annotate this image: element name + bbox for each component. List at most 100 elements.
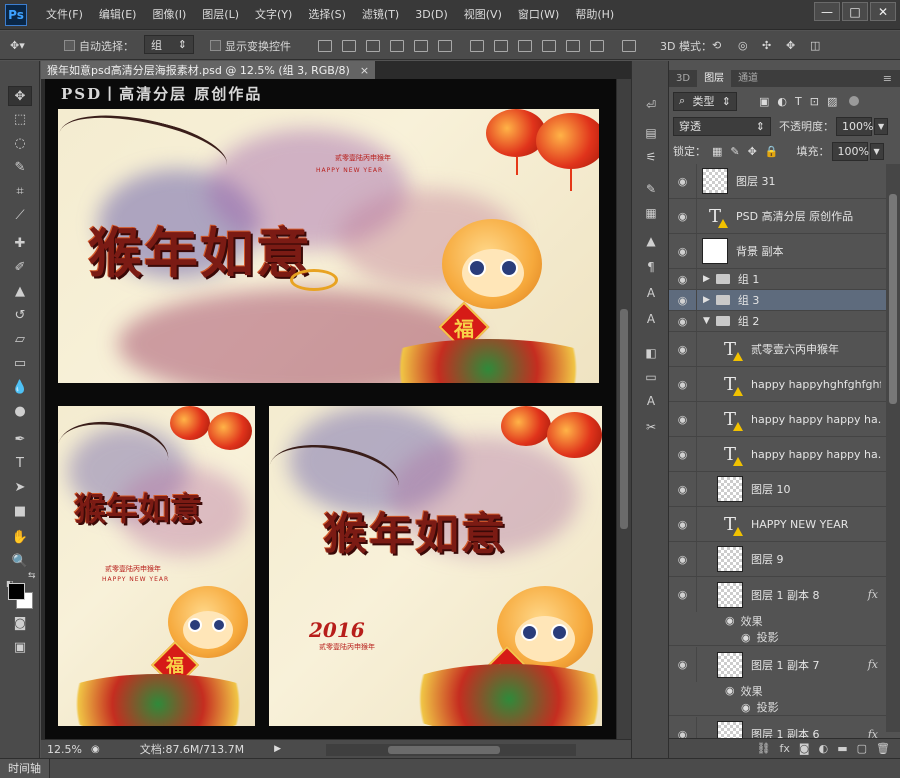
filter-adjust-icon[interactable]: ◐ <box>777 95 787 108</box>
dodge-tool-icon[interactable]: ● <box>8 401 32 421</box>
opacity-input[interactable]: 100% <box>836 116 873 136</box>
fill-slider-arrow-icon[interactable]: ▼ <box>869 142 884 160</box>
horizontal-scroll-thumb[interactable] <box>388 746 500 754</box>
menu-filter[interactable]: 滤镜(T) <box>354 0 407 30</box>
lock-transparent-icon[interactable]: ▦ <box>712 145 722 158</box>
distribute-hcenter-icon[interactable] <box>566 37 580 54</box>
layer-row[interactable]: ◉ T happy happy happy ha... <box>669 437 886 472</box>
distribute-top-icon[interactable] <box>470 37 484 54</box>
distribute-bottom-icon[interactable] <box>518 37 532 54</box>
visibility-eye-icon[interactable]: ◉ <box>669 164 697 198</box>
distribute-right-icon[interactable] <box>590 37 604 54</box>
auto-select-checkbox[interactable]: 自动选择： <box>64 37 134 54</box>
eye-icon[interactable]: ◉ <box>725 614 735 627</box>
canvas[interactable]: PSD丨高清分层 原创作品 猴年如意 贰零壹陆丙申猴年 HAPPY NEW YE… <box>45 79 616 739</box>
brush-presets-icon[interactable]: ▦ <box>641 203 661 223</box>
styles-panel-icon[interactable]: A <box>641 391 661 411</box>
tab-3d[interactable]: 3D <box>669 70 697 87</box>
menu-help[interactable]: 帮助(H) <box>567 0 622 30</box>
eye-icon[interactable]: ◉ <box>741 701 751 714</box>
horizontal-scrollbar[interactable] <box>326 744 576 756</box>
menu-select[interactable]: 选择(S) <box>300 0 354 30</box>
menu-layer[interactable]: 图层(L) <box>194 0 247 30</box>
3d-slide-icon[interactable]: ✥ <box>786 37 795 54</box>
effects-row[interactable]: ◉ 效果 <box>669 682 886 699</box>
menu-view[interactable]: 视图(V) <box>456 0 510 30</box>
minimize-button[interactable]: — <box>814 2 840 21</box>
blend-mode-dropdown[interactable]: 穿透 ⇕ <box>673 116 771 136</box>
layer-row[interactable]: ◉ 图层 1 副本 8 fx <box>669 577 886 612</box>
layer-row[interactable]: ◉ 图层 10 <box>669 472 886 507</box>
tab-layers[interactable]: 图层 <box>697 70 732 87</box>
crop-tool-icon[interactable]: ⌗ <box>8 181 32 201</box>
effect-row[interactable]: ◉ 投影 <box>669 629 886 646</box>
eyedropper-tool-icon[interactable]: ⟋ <box>8 205 32 225</box>
expand-arrow-icon[interactable]: ▶ <box>703 295 710 305</box>
show-transform-check[interactable] <box>210 40 221 51</box>
3d-scale-icon[interactable]: ◫ <box>810 37 820 54</box>
move-tool-icon[interactable]: ✥ <box>8 86 32 106</box>
lock-position-icon[interactable]: ✥ <box>748 145 757 158</box>
effects-row[interactable]: ◉ 效果 <box>669 612 886 629</box>
align-right-icon[interactable] <box>438 37 452 54</box>
fx-icon[interactable]: fx <box>868 658 878 671</box>
brush-panel-icon[interactable]: ✎ <box>641 179 661 199</box>
layer-comps-icon[interactable]: ▭ <box>641 367 661 387</box>
layer-group-row[interactable]: ◉ ▼ 组 2 <box>669 311 886 332</box>
effect-row[interactable]: ◉ 投影 <box>669 699 886 716</box>
document-tab[interactable]: 猴年如意psd高清分层海报素材.psd @ 12.5% (组 3, RGB/8)… <box>41 61 377 79</box>
layer-row[interactable]: ◉ T happy happy happy ha... <box>669 402 886 437</box>
adjustments-panel-icon[interactable]: ⚟ <box>641 147 661 167</box>
opacity-slider-arrow-icon[interactable]: ▼ <box>874 117 889 135</box>
tab-channels[interactable]: 通道 <box>731 70 765 87</box>
visibility-eye-icon[interactable]: ◉ <box>669 542 697 576</box>
new-adjustment-icon[interactable]: ◐ <box>819 742 829 755</box>
foreground-color-swatch[interactable] <box>8 583 25 600</box>
filter-toggle-icon[interactable] <box>849 96 860 106</box>
blur-tool-icon[interactable]: 💧 <box>8 377 32 397</box>
paths-panel-icon[interactable]: ◧ <box>641 343 661 363</box>
fx-icon[interactable]: fx <box>868 588 878 601</box>
lasso-tool-icon[interactable]: ◌ <box>8 133 32 153</box>
brush-tool-icon[interactable]: ✐ <box>8 257 32 277</box>
filter-smart-icon[interactable]: ▨ <box>827 95 837 108</box>
layer-group-row[interactable]: ◉ ▶ 组 1 <box>669 269 886 290</box>
filter-shape-icon[interactable]: ⊡ <box>810 95 819 108</box>
auto-select-check[interactable] <box>64 40 75 51</box>
pen-tool-icon[interactable]: ✒ <box>8 429 32 449</box>
visibility-eye-icon[interactable]: ◉ <box>669 199 697 233</box>
link-layers-icon[interactable]: ⛓ <box>757 742 771 755</box>
filter-pixel-icon[interactable]: ▣ <box>759 95 769 108</box>
clone-stamp-tool-icon[interactable]: ▲ <box>8 281 32 301</box>
maximize-button[interactable]: □ <box>842 2 868 21</box>
3d-rotate-icon[interactable]: ⟲ <box>712 37 721 54</box>
expand-arrow-icon[interactable]: ▶ <box>703 274 710 284</box>
path-select-tool-icon[interactable]: ➤ <box>8 477 32 497</box>
history-brush-tool-icon[interactable]: ↺ <box>8 305 32 325</box>
visibility-eye-icon[interactable]: ◉ <box>669 577 697 612</box>
healing-brush-tool-icon[interactable]: ✚ <box>8 233 32 253</box>
layer-row[interactable]: ◉ 图层 31 <box>669 164 886 199</box>
collapse-arrow-icon[interactable]: ▼ <box>703 316 710 326</box>
menu-type[interactable]: 文字(Y) <box>247 0 300 30</box>
eraser-tool-icon[interactable]: ▱ <box>8 329 32 349</box>
delete-layer-icon[interactable]: 🗑 <box>876 742 890 755</box>
menu-edit[interactable]: 编辑(E) <box>91 0 145 30</box>
visibility-eye-icon[interactable]: ◉ <box>669 332 697 366</box>
eye-icon[interactable]: ◉ <box>741 631 751 644</box>
layer-row[interactable]: ◉ 图层 1 副本 7 fx <box>669 647 886 682</box>
timeline-tab[interactable]: 时间轴 <box>0 759 50 778</box>
visibility-eye-icon[interactable]: ◉ <box>669 507 697 541</box>
quick-mask-icon[interactable]: ◙ <box>8 613 32 633</box>
vertical-scroll-thumb[interactable] <box>620 309 628 529</box>
layers-scrollbar[interactable] <box>886 164 900 732</box>
layer-filter-dropdown[interactable]: ⌕ 类型 ⇕ <box>673 91 737 111</box>
eye-icon[interactable]: ◉ <box>725 684 735 697</box>
distribute-vcenter-icon[interactable] <box>494 37 508 54</box>
visibility-eye-icon[interactable]: ◉ <box>669 437 697 471</box>
visibility-eye-icon[interactable]: ◉ <box>669 472 697 506</box>
distribute-left-icon[interactable] <box>542 37 556 54</box>
glyphs-panel-icon[interactable]: A <box>641 283 661 303</box>
screen-mode-icon[interactable]: ▣ <box>8 637 32 657</box>
3d-drag-icon[interactable]: ✣ <box>762 37 771 54</box>
